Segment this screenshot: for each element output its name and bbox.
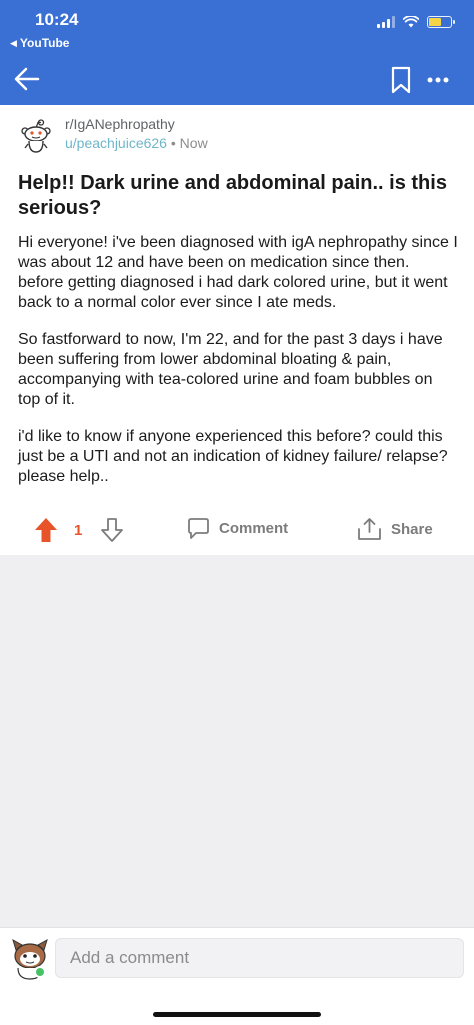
status-icons [377, 16, 455, 28]
status-time: 10:24 [35, 10, 79, 29]
share-label: Share [391, 520, 433, 538]
post-body: Hi everyone! i've been diagnosed with ig… [18, 233, 458, 504]
post-meta: u/peachjuice626 • Now [65, 135, 208, 151]
comment-icon [188, 518, 209, 539]
home-indicator[interactable] [153, 1012, 321, 1017]
post: r/IgANephropathy u/peachjuice626 • Now H… [0, 105, 474, 555]
back-to-app[interactable]: ◀ YouTube [10, 36, 69, 50]
comments-area [0, 555, 474, 927]
top-header: 10:24 ◀ YouTube [0, 0, 474, 105]
snoo-icon[interactable] [20, 119, 52, 155]
back-triangle-icon: ◀ [10, 37, 17, 48]
back-arrow-icon[interactable] [12, 64, 42, 94]
post-paragraph: i'd like to know if anyone experienced t… [18, 428, 448, 485]
back-app-label: YouTube [19, 36, 70, 50]
post-paragraph: Hi everyone! i've been diagnosed with ig… [18, 234, 458, 311]
meta-separator: • [170, 135, 176, 151]
downvote-icon[interactable] [100, 517, 124, 543]
comment-button[interactable]: Comment [187, 517, 288, 540]
more-icon[interactable] [426, 76, 450, 84]
online-status-dot [34, 966, 46, 978]
upvote-icon[interactable] [34, 517, 58, 543]
post-actions: 1 Comment Share [0, 515, 474, 549]
battery-icon [427, 16, 455, 28]
comment-label: Comment [219, 520, 289, 537]
share-icon [358, 518, 381, 540]
comment-bar [0, 927, 474, 1025]
signal-icon [377, 16, 395, 28]
add-comment-input[interactable] [55, 938, 464, 978]
vote-count: 1 [74, 522, 83, 539]
post-time: Now [179, 135, 208, 151]
post-title: Help!! Dark urine and abdominal pain.. i… [18, 172, 447, 219]
post-paragraph: So fastforward to now, I'm 22, and for t… [18, 331, 443, 408]
post-author[interactable]: u/peachjuice626 [65, 135, 167, 151]
subreddit-name[interactable]: r/IgANephropathy [65, 116, 175, 132]
bookmark-icon[interactable] [390, 66, 412, 94]
wifi-icon [403, 16, 419, 28]
share-button[interactable]: Share [357, 517, 433, 541]
